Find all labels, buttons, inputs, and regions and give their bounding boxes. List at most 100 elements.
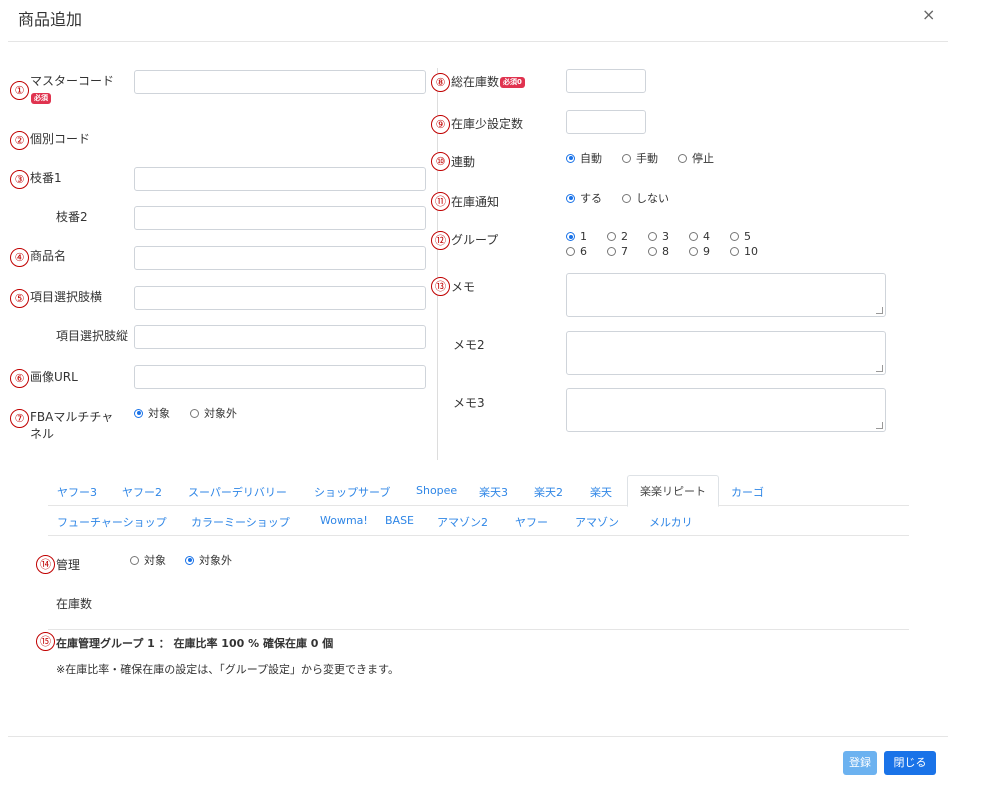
resize-handle-icon[interactable] bbox=[876, 307, 883, 314]
fba-radio-non-target[interactable]: 対象外 bbox=[190, 405, 237, 421]
group-radio-3[interactable]: 3 bbox=[648, 230, 669, 243]
group-radio-8[interactable]: 8 bbox=[648, 245, 669, 258]
stock-count-label: 在庫数 bbox=[56, 597, 93, 611]
marker-6: ⑥ bbox=[10, 369, 29, 388]
total-stock-label: 総在庫数 必須0 bbox=[451, 74, 525, 91]
choice-vertical-input[interactable] bbox=[134, 325, 426, 349]
group-radio-7[interactable]: 7 bbox=[607, 245, 628, 258]
close-icon[interactable]: × bbox=[922, 5, 935, 24]
low-stock-input[interactable] bbox=[566, 110, 646, 134]
radio-icon bbox=[689, 247, 698, 256]
master-code-input[interactable] bbox=[134, 70, 426, 94]
tab-rakuten[interactable]: 楽天 bbox=[590, 484, 612, 500]
product-name-label: 商品名 bbox=[30, 249, 67, 263]
radio-icon bbox=[678, 153, 687, 163]
group-radio-9[interactable]: 9 bbox=[689, 245, 710, 258]
radio-icon bbox=[730, 247, 739, 256]
marker-1: ① bbox=[10, 81, 29, 100]
tab-yahoo[interactable]: ヤフー bbox=[515, 514, 548, 530]
radio-selected-icon bbox=[566, 232, 575, 241]
stock-notice-radio-no[interactable]: しない bbox=[622, 190, 669, 206]
tab-wowma[interactable]: Wowma! bbox=[320, 514, 368, 527]
stock-notice-label: 在庫通知 bbox=[451, 195, 500, 209]
marker-11: ⑪ bbox=[431, 192, 450, 211]
product-name-input[interactable] bbox=[134, 246, 426, 270]
group-radio-2[interactable]: 2 bbox=[607, 230, 628, 243]
register-button[interactable]: 登録 bbox=[843, 751, 877, 775]
required-badge: 必須 bbox=[31, 93, 51, 104]
modal-title: 商品追加 bbox=[18, 10, 83, 29]
stock-group-info: 在庫管理グループ 1 ： 在庫比率 100 % 確保在庫 0 個 bbox=[56, 637, 334, 650]
image-url-input[interactable] bbox=[134, 365, 426, 389]
group-radio-5[interactable]: 5 bbox=[730, 230, 751, 243]
panel-divider bbox=[48, 629, 909, 630]
tab-shopee[interactable]: Shopee bbox=[416, 484, 457, 497]
manage-radio-non-target[interactable]: 対象外 bbox=[185, 552, 232, 568]
radio-icon bbox=[607, 232, 616, 241]
memo3-textarea[interactable] bbox=[566, 388, 886, 432]
tab-colorme-shop[interactable]: カラーミーショップ bbox=[191, 514, 290, 530]
choice-horizontal-input[interactable] bbox=[134, 286, 426, 310]
stock-notice-radio-yes[interactable]: する bbox=[566, 190, 602, 206]
total-stock-input[interactable] bbox=[566, 69, 646, 93]
tab-yahoo3[interactable]: ヤフー3 bbox=[57, 484, 97, 500]
manage-radio-target[interactable]: 対象 bbox=[130, 552, 166, 568]
radio-selected-icon bbox=[566, 153, 575, 163]
group-radio-4[interactable]: 4 bbox=[689, 230, 710, 243]
tab-future-shop[interactable]: フューチャーショップ bbox=[57, 514, 167, 530]
tab-rakuten2[interactable]: 楽天2 bbox=[534, 484, 563, 500]
radio-icon bbox=[607, 247, 616, 256]
tab-amazon[interactable]: アマゾン bbox=[575, 514, 619, 530]
radio-icon bbox=[622, 193, 631, 203]
manage-label: 管理 bbox=[56, 558, 81, 572]
radio-icon bbox=[622, 153, 631, 163]
group-radio-6[interactable]: 6 bbox=[566, 245, 587, 258]
close-button[interactable]: 閉じる bbox=[884, 751, 936, 775]
branch1-label: 枝番1 bbox=[30, 171, 62, 185]
tab-super-delivery[interactable]: スーパーデリバリー bbox=[188, 484, 287, 500]
memo2-textarea[interactable] bbox=[566, 331, 886, 375]
tab-shopserve[interactable]: ショップサーブ bbox=[314, 484, 390, 500]
image-url-label: 画像URL bbox=[30, 370, 78, 384]
link-radio-auto[interactable]: 自動 bbox=[566, 150, 602, 166]
memo2-label: メモ2 bbox=[453, 338, 485, 352]
resize-handle-icon[interactable] bbox=[876, 422, 883, 429]
memo-textarea[interactable] bbox=[566, 273, 886, 317]
fba-radio-target[interactable]: 対象 bbox=[134, 405, 170, 421]
link-radio-manual[interactable]: 手動 bbox=[622, 150, 658, 166]
tab-cargo[interactable]: カーゴ bbox=[731, 484, 764, 500]
marker-7: ⑦ bbox=[10, 409, 29, 428]
tab-yahoo2[interactable]: ヤフー2 bbox=[122, 484, 162, 500]
tab-amazon2[interactable]: アマゾン2 bbox=[437, 514, 488, 530]
group-label: グループ bbox=[451, 233, 499, 247]
radio-icon bbox=[689, 232, 698, 241]
fba-label: FBAマルチチャネル bbox=[30, 410, 114, 441]
tab-rakuraku-repeat[interactable]: 楽楽リピート bbox=[627, 475, 719, 507]
link-label: 連動 bbox=[451, 155, 476, 169]
link-radio-stop[interactable]: 停止 bbox=[678, 150, 714, 166]
group-radio-10[interactable]: 10 bbox=[730, 245, 758, 258]
tab-base[interactable]: BASE bbox=[385, 514, 414, 527]
marker-8: ⑧ bbox=[431, 73, 450, 92]
resize-handle-icon[interactable] bbox=[876, 365, 883, 372]
tab-mercari[interactable]: メルカリ bbox=[649, 514, 693, 530]
marker-9: ⑨ bbox=[431, 115, 450, 134]
radio-icon bbox=[190, 408, 199, 418]
marker-3: ③ bbox=[10, 170, 29, 189]
stock-group-note: ※在庫比率・確保在庫の設定は、「グループ設定」から変更できます。 bbox=[56, 663, 399, 676]
radio-selected-icon bbox=[566, 193, 575, 203]
low-stock-label: 在庫少設定数 bbox=[451, 117, 524, 131]
radio-icon bbox=[648, 232, 657, 241]
choice-horizontal-label: 項目選択肢横 bbox=[30, 290, 103, 304]
radio-selected-icon bbox=[134, 408, 143, 418]
marker-13: ⑬ bbox=[431, 277, 450, 296]
required-badge: 必須0 bbox=[500, 77, 525, 88]
marker-15: ⑮ bbox=[36, 632, 55, 651]
branch2-label: 枝番2 bbox=[56, 210, 88, 224]
header-divider bbox=[8, 41, 948, 42]
branch2-input[interactable] bbox=[134, 206, 426, 230]
radio-icon bbox=[566, 247, 575, 256]
branch1-input[interactable] bbox=[134, 167, 426, 191]
group-radio-1[interactable]: 1 bbox=[566, 230, 587, 243]
tab-rakuten3[interactable]: 楽天3 bbox=[479, 484, 508, 500]
